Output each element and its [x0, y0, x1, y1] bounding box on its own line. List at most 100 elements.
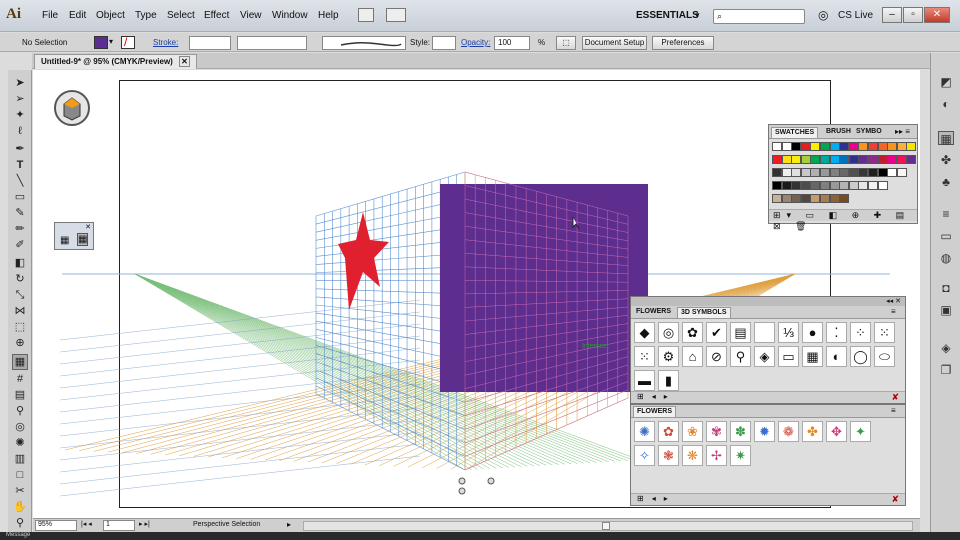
- swatch[interactable]: [829, 181, 840, 190]
- symbol-item[interactable]: ●: [802, 322, 823, 343]
- swatch[interactable]: [868, 155, 878, 164]
- swatch[interactable]: [772, 194, 782, 203]
- swatch[interactable]: [820, 181, 830, 190]
- flower-item[interactable]: ✢: [706, 445, 727, 466]
- brushes-icon[interactable]: ✤: [938, 153, 954, 167]
- graphic-styles-icon[interactable]: ▣: [938, 303, 954, 317]
- swatch[interactable]: [858, 155, 869, 164]
- symbol-item[interactable]: ▭: [778, 346, 799, 367]
- swatch-actions-icons[interactable]: ⊞▾ ▭ ◧ ⊕ ✚ ▤ ⊠ 🗑: [773, 210, 917, 232]
- swatch[interactable]: [858, 181, 869, 190]
- swatch[interactable]: [772, 168, 782, 177]
- stroke-icon[interactable]: ≡: [938, 207, 954, 221]
- swatch[interactable]: [810, 194, 821, 203]
- flower-item[interactable]: ✦: [850, 421, 871, 442]
- symbol-grid[interactable]: ◆ ◎ ✿ ✔ ▤ ⅓ ● ⁚ ⁘ ⁙ ⁙ ⚙ ⌂ ⊘ ⚲ ◈ ▭ ▦ ◐ ◯ ⬭ ▬ ▮: [631, 319, 905, 391]
- swatch[interactable]: [800, 194, 811, 203]
- symbol-item[interactable]: ◯: [850, 346, 871, 367]
- panel-menu-icon[interactable]: ≡: [891, 307, 896, 316]
- swatch[interactable]: [906, 142, 917, 151]
- swatch[interactable]: [791, 142, 802, 151]
- symbol-item[interactable]: ⁙: [874, 322, 895, 343]
- artboard-nav-next-icon[interactable]: ▸ ▸|: [139, 520, 150, 528]
- swatch[interactable]: [839, 168, 850, 177]
- zoom-field[interactable]: 95%: [35, 520, 77, 531]
- symbol-item[interactable]: ⁚: [826, 322, 847, 343]
- flower-item[interactable]: ✾: [706, 421, 727, 442]
- tab-3d-symbols[interactable]: 3D SYMBOLS: [677, 307, 731, 318]
- delete-icon[interactable]: ✘: [891, 392, 899, 403]
- swatch[interactable]: [848, 155, 859, 164]
- tab-symbols[interactable]: SYMBO: [853, 127, 885, 138]
- swatch[interactable]: [772, 181, 782, 190]
- swatch[interactable]: [877, 155, 888, 164]
- tab-brushes[interactable]: BRUSH: [823, 127, 854, 138]
- left-plane-icon[interactable]: ▦: [60, 235, 69, 246]
- swatch[interactable]: [800, 155, 811, 164]
- swatch[interactable]: [887, 155, 898, 164]
- flower-item[interactable]: ❃: [658, 445, 679, 466]
- red-star[interactable]: [338, 212, 389, 310]
- artboard-field[interactable]: 1: [103, 520, 135, 531]
- flower-item[interactable]: ✤: [802, 421, 823, 442]
- symbol-item[interactable]: ⬭: [874, 346, 895, 367]
- swatch[interactable]: [848, 168, 859, 177]
- flower-item[interactable]: ❁: [778, 421, 799, 442]
- swatch[interactable]: [839, 155, 850, 164]
- status-menu-icon[interactable]: ▸: [287, 520, 291, 529]
- swatch[interactable]: [820, 168, 830, 177]
- flower-item[interactable]: ✧: [634, 445, 655, 466]
- swatch[interactable]: [858, 168, 869, 177]
- swatch[interactable]: [858, 142, 869, 151]
- swatch[interactable]: [839, 194, 850, 203]
- swatch[interactable]: [772, 155, 782, 164]
- flower-nav-icons[interactable]: ⊞◂▸: [637, 494, 676, 503]
- symbol-nav-icons[interactable]: ⊞◂▸: [637, 392, 676, 401]
- tab-flowers-2[interactable]: FLOWERS: [633, 406, 676, 417]
- flower-item[interactable]: ✽: [730, 421, 751, 442]
- close-icon[interactable]: ✕: [85, 223, 91, 231]
- swatch[interactable]: [800, 168, 811, 177]
- swatch[interactable]: [887, 168, 898, 177]
- swatch[interactable]: [829, 142, 840, 151]
- swatch[interactable]: [839, 142, 850, 151]
- swatch[interactable]: [896, 155, 907, 164]
- color-icon[interactable]: ◐: [938, 97, 954, 111]
- swatch[interactable]: [896, 168, 907, 177]
- swatch[interactable]: [791, 168, 802, 177]
- swatch[interactable]: [781, 155, 792, 164]
- symbol-item[interactable]: [754, 322, 775, 343]
- tab-flowers[interactable]: FLOWERS: [633, 307, 674, 318]
- color-guide-icon[interactable]: ◩: [938, 75, 954, 89]
- swatch[interactable]: [887, 142, 898, 151]
- swatch[interactable]: [868, 168, 878, 177]
- swatch[interactable]: [839, 181, 850, 190]
- symbol-item[interactable]: ⅓: [778, 322, 799, 343]
- flower-item[interactable]: ✺: [634, 421, 655, 442]
- symbol-item[interactable]: ▦: [802, 346, 823, 367]
- swatch[interactable]: [906, 155, 917, 164]
- flower-item[interactable]: ✿: [658, 421, 679, 442]
- swatch[interactable]: [800, 142, 811, 151]
- symbol-item[interactable]: ⁙: [634, 346, 655, 367]
- tab-swatches[interactable]: SWATCHES: [771, 127, 819, 138]
- swatch[interactable]: [810, 181, 821, 190]
- plane-switcher-widget[interactable]: ✕ ▦ ▦: [54, 222, 94, 250]
- delete-icon[interactable]: ✘: [891, 494, 899, 505]
- swatch[interactable]: [781, 168, 792, 177]
- swatch[interactable]: [829, 194, 840, 203]
- flower-item[interactable]: ✹: [754, 421, 775, 442]
- symbol-item[interactable]: ◎: [658, 322, 679, 343]
- swatch[interactable]: [791, 181, 802, 190]
- swatch[interactable]: [877, 168, 888, 177]
- swatch[interactable]: [800, 181, 811, 190]
- symbol-item[interactable]: ▤: [730, 322, 751, 343]
- panel-menu-icon[interactable]: ≡: [891, 406, 896, 415]
- swatch[interactable]: [877, 181, 888, 190]
- swatch[interactable]: [810, 142, 821, 151]
- symbol-item[interactable]: ⌂: [682, 346, 703, 367]
- perspective-grid-widget[interactable]: [54, 90, 90, 126]
- swatch-grid[interactable]: [769, 139, 917, 209]
- symbol-item[interactable]: ⚲: [730, 346, 751, 367]
- layers-icon[interactable]: ◈: [938, 341, 954, 355]
